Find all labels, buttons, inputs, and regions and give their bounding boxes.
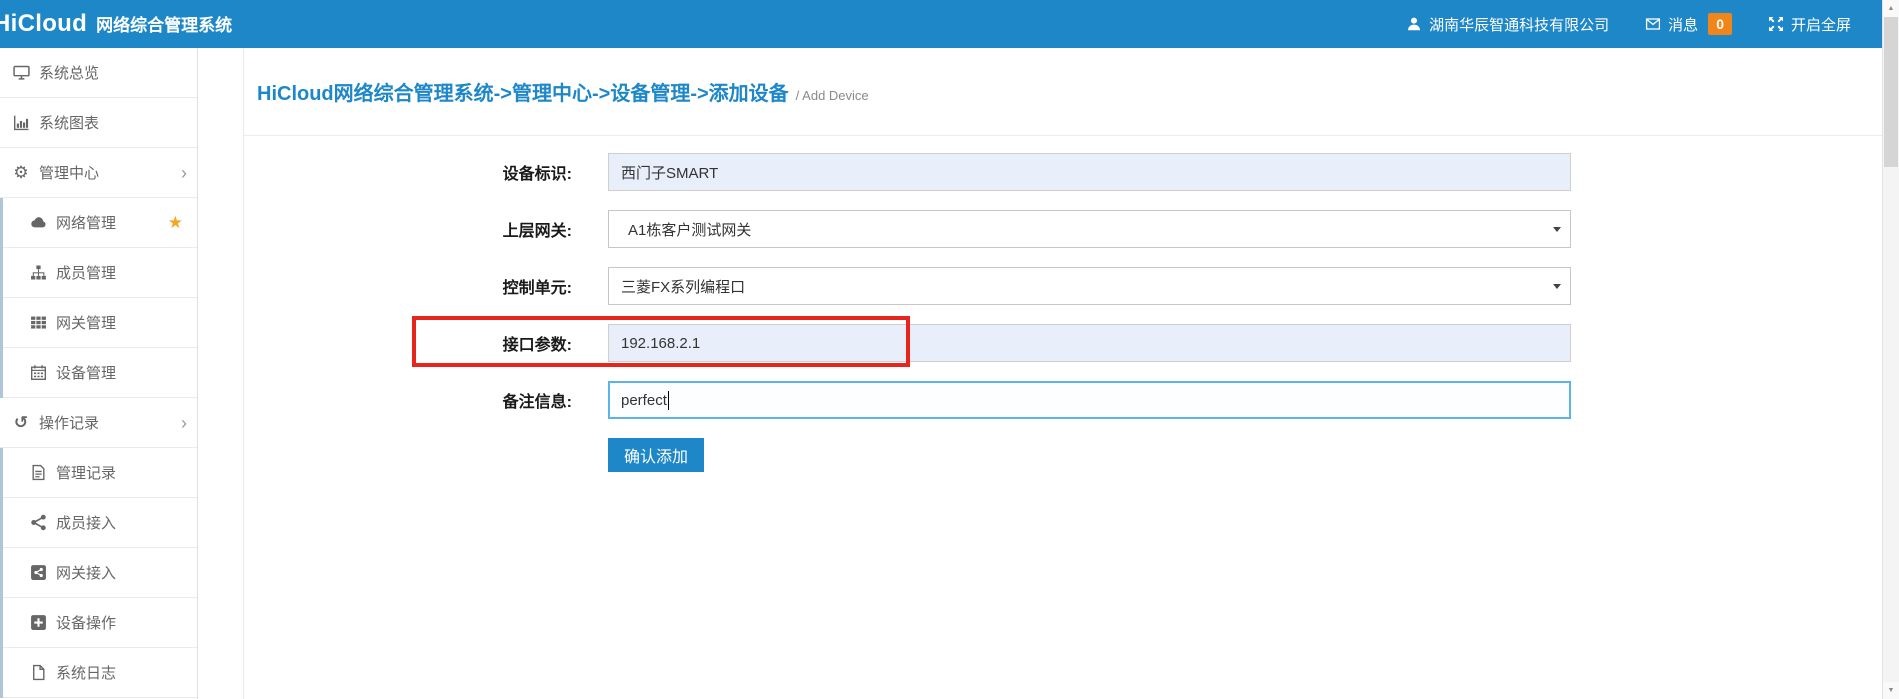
share-icon <box>29 514 47 532</box>
file-icon <box>29 664 47 682</box>
sidebar-item-system-log[interactable]: 系统日志 <box>3 648 197 698</box>
upper-gateway-selected-value: A1栋客户测试网关 <box>628 219 751 240</box>
star-icon: ★ <box>168 214 183 231</box>
scrollbar-thumb[interactable] <box>1884 17 1898 167</box>
top-bar: HiCloud 网络综合管理系统 湖南华辰智通科技有限公司 消息 0 <box>0 0 1899 48</box>
sidebar-item-label: 网关接入 <box>56 562 116 583</box>
sidebar-item-gateway-management[interactable]: 网关管理 <box>3 298 197 348</box>
file-text-icon <box>29 464 47 482</box>
breadcrumb-suffix: / Add Device <box>796 81 869 103</box>
control-unit-label: 控制单元: <box>244 274 572 298</box>
sidebar-item-device-operation[interactable]: 设备操作 <box>3 598 197 648</box>
breadcrumb: HiCloud网络综合管理系统->管理中心->设备管理->添加设备 / Add … <box>244 48 1882 136</box>
sidebar-group-records: 管理记录 成员接入 网关接入 设备操作 系统日志 <box>0 448 197 698</box>
messages-count-badge: 0 <box>1708 13 1732 35</box>
company-name: 湖南华辰智通科技有限公司 <box>1429 14 1609 35</box>
sidebar-item-device-management[interactable]: 设备管理 <box>3 348 197 398</box>
app-logo-bold: HiCloud <box>0 10 87 38</box>
sidebar-item-gateway-access[interactable]: 网关接入 <box>3 548 197 598</box>
sidebar-item-label: 管理记录 <box>56 462 116 483</box>
sitemap-icon <box>29 264 47 282</box>
sidebar-item-system-charts[interactable]: 系统图表 <box>0 98 197 148</box>
form-row-device-id: 设备标识: <box>244 153 1882 191</box>
form-row-upper-gateway: 上层网关: A1栋客户测试网关 <box>244 210 1882 248</box>
sidebar-nav: 系统总览 系统图表 ⚙ 管理中心 › 网络管理 ★ 成员管理 <box>0 48 198 699</box>
control-unit-select[interactable]: 三菱FX系列编程口 <box>608 267 1571 305</box>
remark-input-value: perfect <box>621 392 667 409</box>
device-id-label: 设备标识: <box>244 160 572 184</box>
envelope-icon <box>1645 16 1661 32</box>
share-square-icon <box>29 564 47 582</box>
sidebar-item-label: 设备操作 <box>56 612 116 633</box>
fullscreen-button[interactable]: 开启全屏 <box>1768 14 1851 35</box>
sidebar-item-member-management[interactable]: 成员管理 <box>3 248 197 298</box>
text-cursor <box>668 391 669 410</box>
app-logo-subtitle: 网络综合管理系统 <box>96 11 232 36</box>
sidebar-group-management: 网络管理 ★ 成员管理 网关管理 设备管理 <box>0 198 197 398</box>
sidebar-item-label: 操作记录 <box>39 412 99 433</box>
bar-chart-icon <box>12 114 30 132</box>
chevron-down-icon <box>1553 227 1561 232</box>
fullscreen-label: 开启全屏 <box>1791 14 1851 35</box>
vertical-scrollbar[interactable]: ▲ ▼ <box>1882 0 1899 699</box>
upper-gateway-select[interactable]: A1栋客户测试网关 <box>608 210 1571 248</box>
sidebar-item-label: 设备管理 <box>56 362 116 383</box>
sidebar-item-label: 成员接入 <box>56 512 116 533</box>
interface-params-input[interactable] <box>608 324 1571 362</box>
app-logo: HiCloud 网络综合管理系统 <box>0 10 232 38</box>
sidebar-item-label: 成员管理 <box>56 262 116 283</box>
sidebar-item-network-management[interactable]: 网络管理 ★ <box>3 198 197 248</box>
chevron-right-icon: › <box>181 164 187 182</box>
sidebar-item-label: 系统总览 <box>39 62 99 83</box>
messages-label: 消息 <box>1668 14 1698 35</box>
scroll-up-button[interactable]: ▲ <box>1883 0 1899 17</box>
monitor-icon <box>12 64 30 82</box>
cloud-icon <box>29 214 47 232</box>
sidebar-item-label: 网关管理 <box>56 312 116 333</box>
scroll-down-button[interactable]: ▼ <box>1883 682 1899 699</box>
sidebar-item-operation-records[interactable]: ↺ 操作记录 › <box>0 398 197 448</box>
gears-icon: ⚙ <box>12 164 30 182</box>
sidebar-item-label: 网络管理 <box>56 212 116 233</box>
chevron-right-icon: › <box>181 414 187 432</box>
breadcrumb-trail: HiCloud网络综合管理系统->管理中心->设备管理->添加设备 <box>257 77 789 106</box>
sidebar-item-system-overview[interactable]: 系统总览 <box>0 48 197 98</box>
form-row-remark: 备注信息: perfect <box>244 381 1882 419</box>
remark-label: 备注信息: <box>244 388 572 412</box>
remark-input[interactable]: perfect <box>608 381 1571 419</box>
add-device-form: 设备标识: 上层网关: A1栋客户测试网关 控制单元: 三菱FX系列编程口 接口… <box>244 136 1882 472</box>
sidebar-item-label: 管理中心 <box>39 162 99 183</box>
calendar-icon <box>29 364 47 382</box>
grid-icon <box>29 314 47 332</box>
messages-button[interactable]: 消息 0 <box>1645 13 1732 35</box>
confirm-add-button[interactable]: 确认添加 <box>608 438 704 472</box>
plus-square-icon <box>29 614 47 632</box>
sidebar-item-member-access[interactable]: 成员接入 <box>3 498 197 548</box>
upper-gateway-label: 上层网关: <box>244 217 572 241</box>
interface-params-label: 接口参数: <box>244 331 572 355</box>
form-row-interface-params: 接口参数: <box>244 324 1882 362</box>
history-icon: ↺ <box>12 414 30 432</box>
user-icon <box>1406 16 1422 32</box>
control-unit-selected-value: 三菱FX系列编程口 <box>621 276 745 297</box>
sidebar-item-management-center[interactable]: ⚙ 管理中心 › <box>0 148 197 198</box>
company-account[interactable]: 湖南华辰智通科技有限公司 <box>1406 14 1609 35</box>
sidebar-item-label: 系统日志 <box>56 662 116 683</box>
sidebar-item-management-records[interactable]: 管理记录 <box>3 448 197 498</box>
header-actions: 湖南华辰智通科技有限公司 消息 0 开启全屏 <box>1406 13 1899 35</box>
form-row-control-unit: 控制单元: 三菱FX系列编程口 <box>244 267 1882 305</box>
sidebar-item-label: 系统图表 <box>39 112 99 133</box>
device-id-input[interactable] <box>608 153 1571 191</box>
chevron-down-icon <box>1553 284 1561 289</box>
main-content: HiCloud网络综合管理系统->管理中心->设备管理->添加设备 / Add … <box>243 48 1882 699</box>
fullscreen-icon <box>1768 16 1784 32</box>
